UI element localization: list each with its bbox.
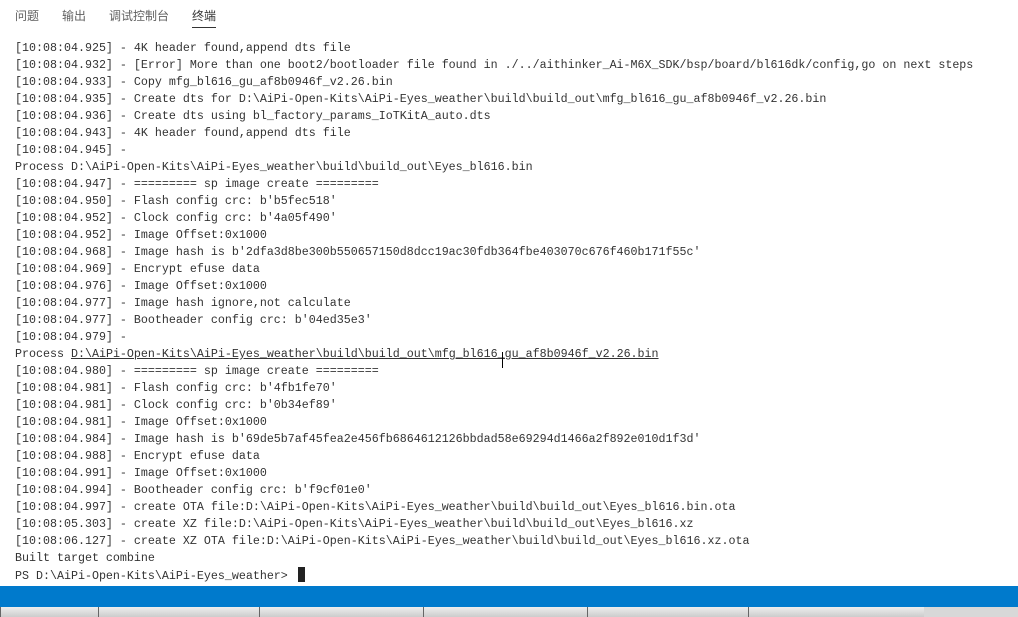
terminal-line: [10:08:04.932] - [Error] More than one b… xyxy=(15,58,974,72)
terminal-line: [10:08:04.950] - Flash config crc: b'b5f… xyxy=(15,194,337,208)
terminal-line: [10:08:04.943] - 4K header found,append … xyxy=(15,126,351,140)
terminal-output[interactable]: [10:08:04.925] - 4K header found,append … xyxy=(15,40,973,585)
terminal-line: [10:08:04.991] - Image Offset:0x1000 xyxy=(15,466,267,480)
terminal-line: [10:08:04.979] - xyxy=(15,330,134,344)
terminal-line: [10:08:04.935] - Create dts for D:\AiPi-… xyxy=(15,92,827,106)
terminal-line: [10:08:04.952] - Clock config crc: b'4a0… xyxy=(15,211,337,225)
taskbar-item[interactable] xyxy=(259,607,423,617)
terminal-line: [10:08:05.303] - create XZ file:D:\AiPi-… xyxy=(15,517,694,531)
terminal-line: [10:08:04.933] - Copy mfg_bl616_gu_af8b0… xyxy=(15,75,393,89)
text-cursor-ibeam-icon xyxy=(502,352,508,368)
tab-problems[interactable]: 问题 xyxy=(15,0,39,29)
terminal-line: [10:08:04.981] - Image Offset:0x1000 xyxy=(15,415,267,429)
terminal-line: [10:08:04.947] - ========= sp image crea… xyxy=(15,177,379,191)
taskbar-item[interactable] xyxy=(748,607,924,617)
status-bar xyxy=(0,586,1018,607)
terminal-line: Built target combine xyxy=(15,551,155,565)
terminal-line: [10:08:04.984] - Image hash is b'69de5b7… xyxy=(15,432,701,446)
panel-tabs: 问题 输出 调试控制台 终端 xyxy=(0,0,224,30)
terminal-line: Process D:\AiPi-Open-Kits\AiPi-Eyes_weat… xyxy=(15,347,659,361)
tab-terminal[interactable]: 终端 xyxy=(192,0,217,28)
taskbar-item[interactable] xyxy=(423,607,587,617)
terminal-cursor xyxy=(297,567,305,582)
terminal-line: [10:08:04.994] - Bootheader config crc: … xyxy=(15,483,372,497)
terminal-prompt-line[interactable]: PS D:\AiPi-Open-Kits\AiPi-Eyes_weather> xyxy=(15,567,973,585)
terminal-line: [10:08:04.980] - ========= sp image crea… xyxy=(15,364,379,378)
terminal-line: [10:08:04.976] - Image Offset:0x1000 xyxy=(15,279,267,293)
terminal-line: Process D:\AiPi-Open-Kits\AiPi-Eyes_weat… xyxy=(15,160,533,174)
terminal-line: [10:08:04.977] - Image hash ignore,not c… xyxy=(15,296,351,310)
taskbar xyxy=(0,607,1018,617)
terminal-prompt: PS D:\AiPi-Open-Kits\AiPi-Eyes_weather> xyxy=(15,569,295,583)
taskbar-item[interactable] xyxy=(98,607,259,617)
taskbar-item[interactable] xyxy=(587,607,748,617)
terminal-line: [10:08:04.925] - 4K header found,append … xyxy=(15,41,351,55)
terminal-line: [10:08:04.945] - xyxy=(15,143,134,157)
terminal-line: [10:08:04.969] - Encrypt efuse data xyxy=(15,262,260,276)
terminal-line: [10:08:04.981] - Clock config crc: b'0b3… xyxy=(15,398,337,412)
terminal-line: [10:08:04.936] - Create dts using bl_fac… xyxy=(15,109,491,123)
terminal-line: [10:08:04.988] - Encrypt efuse data xyxy=(15,449,260,463)
terminal-line: [10:08:04.977] - Bootheader config crc: … xyxy=(15,313,372,327)
taskbar-item[interactable] xyxy=(0,607,98,617)
tab-debug-console[interactable]: 调试控制台 xyxy=(109,0,169,29)
file-link[interactable]: D:\AiPi-Open-Kits\AiPi-Eyes_weather\buil… xyxy=(71,347,659,361)
terminal-line: [10:08:06.127] - create XZ OTA file:D:\A… xyxy=(15,534,750,548)
terminal-line: [10:08:04.997] - create OTA file:D:\AiPi… xyxy=(15,500,736,514)
terminal-line: [10:08:04.981] - Flash config crc: b'4fb… xyxy=(15,381,337,395)
tab-output[interactable]: 输出 xyxy=(62,0,86,29)
terminal-line: [10:08:04.968] - Image hash is b'2dfa3d8… xyxy=(15,245,701,259)
terminal-line: [10:08:04.952] - Image Offset:0x1000 xyxy=(15,228,267,242)
